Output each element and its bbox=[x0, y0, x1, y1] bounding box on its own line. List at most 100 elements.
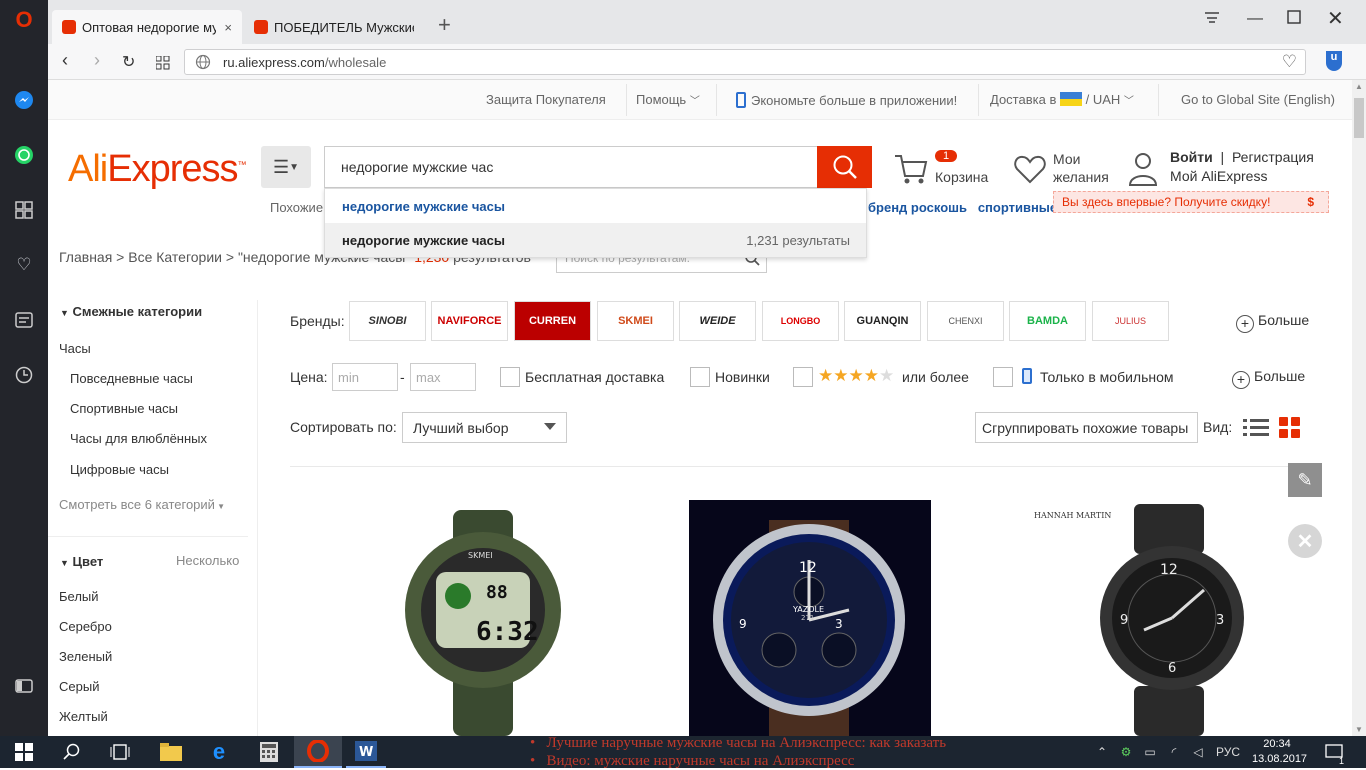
brand-logo[interactable]: GUANQIN bbox=[844, 301, 921, 341]
brand-logo[interactable]: JULIUS bbox=[1092, 301, 1169, 341]
color-item[interactable]: Серебро bbox=[59, 619, 112, 634]
forward-icon[interactable]: › bbox=[94, 50, 100, 71]
maximize-icon[interactable] bbox=[1287, 10, 1301, 29]
windows-start-icon[interactable] bbox=[12, 740, 36, 764]
color-heading[interactable]: ▼ Цвет bbox=[48, 554, 103, 569]
network-icon[interactable]: ▭ bbox=[1142, 740, 1158, 764]
see-all-categories-link[interactable]: Смотреть все 6 категорий ▼ bbox=[59, 497, 225, 512]
tray-chevron-up-icon[interactable]: ⌃ bbox=[1094, 740, 1110, 764]
close-window-icon[interactable]: ✕ bbox=[1327, 6, 1344, 31]
search-button[interactable] bbox=[817, 146, 872, 188]
reload-icon[interactable]: ↻ bbox=[122, 52, 135, 72]
close-tab-icon[interactable]: × bbox=[224, 20, 232, 35]
brand-logo[interactable]: LONGBO bbox=[762, 301, 839, 341]
scroll-up-icon[interactable]: ▲ bbox=[1355, 82, 1363, 91]
aliexpress-logo[interactable]: AliExpress™ bbox=[68, 148, 247, 191]
categories-menu-button[interactable]: ☰ ▼ bbox=[261, 146, 311, 188]
cart-button[interactable]: 1 Корзина bbox=[893, 150, 1003, 190]
suggestion-item[interactable]: недорогие мужские часы 1,231 результаты bbox=[325, 223, 866, 257]
sort-select[interactable]: Лучший выбор bbox=[402, 412, 567, 443]
notifications-icon[interactable]: 1 bbox=[1322, 740, 1346, 766]
buyer-protection-link[interactable]: Защита Покупателя bbox=[486, 92, 606, 107]
ublock-shield-icon[interactable]: u bbox=[1326, 51, 1342, 71]
brand-logo[interactable]: CURREN bbox=[514, 301, 591, 341]
brand-logo[interactable]: BAMDA bbox=[1009, 301, 1086, 341]
brands-more-button[interactable]: + Больше bbox=[1236, 312, 1309, 333]
history-clock-icon[interactable] bbox=[12, 363, 36, 387]
color-multi-link[interactable]: Несколько bbox=[176, 553, 239, 568]
related-categories-heading[interactable]: ▼ Смежные категории bbox=[48, 304, 202, 319]
sidebar-item[interactable]: Спортивные часы bbox=[70, 401, 178, 416]
color-item[interactable]: Зеленый bbox=[59, 649, 112, 664]
color-item[interactable]: Желтый bbox=[59, 709, 108, 724]
heart-icon[interactable]: ♡ bbox=[12, 253, 36, 277]
tray-app-icon[interactable]: ⚙ bbox=[1118, 740, 1134, 764]
filters-more-button[interactable]: + Больше bbox=[1232, 368, 1305, 389]
global-site-link[interactable]: Go to Global Site (English) bbox=[1181, 92, 1335, 107]
breadcrumb-all[interactable]: Все Категории bbox=[128, 249, 222, 265]
help-menu[interactable]: Помощь ﹀ bbox=[636, 92, 700, 107]
suggestion-item[interactable]: недорогие мужские часы bbox=[325, 189, 866, 223]
app-promo-link[interactable]: Экономьте больше в приложении! bbox=[736, 92, 957, 108]
new-items-checkbox[interactable] bbox=[690, 367, 710, 387]
register-link[interactable]: Регистрация bbox=[1232, 149, 1314, 165]
task-view-icon[interactable] bbox=[108, 740, 132, 764]
sidebar-item[interactable]: Цифровые часы bbox=[70, 462, 169, 477]
grid-view-icon[interactable] bbox=[1279, 417, 1301, 442]
wishlist-button[interactable]: Мои желания bbox=[1013, 150, 1109, 186]
product-card[interactable]: HANNAH MARTIN 12 3 9 6 bbox=[1034, 500, 1276, 736]
color-item[interactable]: Серый bbox=[59, 679, 99, 694]
minimize-icon[interactable]: — bbox=[1247, 10, 1263, 28]
speed-dial-icon[interactable] bbox=[12, 198, 36, 222]
brand-logo[interactable]: SINOBI bbox=[349, 301, 426, 341]
product-card[interactable]: 12 3 9 YAZOLE 271 bbox=[689, 500, 931, 736]
file-explorer-icon[interactable] bbox=[158, 740, 184, 764]
url-field[interactable]: ru.aliexpress.com/wholesale ♡ bbox=[184, 49, 1306, 75]
related-link[interactable]: бренд роскошь bbox=[868, 200, 967, 215]
free-shipping-checkbox[interactable] bbox=[500, 367, 520, 387]
calculator-icon[interactable] bbox=[256, 740, 282, 764]
tab-aliexpress[interactable]: Оптовая недорогие мужс × bbox=[52, 10, 242, 44]
first-visit-promo[interactable]: Вы здесь впервые? Получите скидку! $ bbox=[1053, 191, 1329, 213]
tab-menu-icon[interactable] bbox=[1204, 10, 1220, 29]
volume-icon[interactable]: ◁ bbox=[1190, 740, 1206, 764]
search-input[interactable]: недорогие мужские час bbox=[324, 146, 818, 188]
login-link[interactable]: Войти bbox=[1170, 149, 1213, 165]
tabs-grid-icon[interactable] bbox=[155, 54, 170, 75]
rating-checkbox[interactable] bbox=[793, 367, 813, 387]
account-menu[interactable]: Войти | Регистрация Мой AliExpress bbox=[1128, 148, 1314, 186]
price-max-input[interactable]: max bbox=[410, 363, 476, 391]
language-indicator[interactable]: РУС bbox=[1214, 740, 1242, 764]
sidebar-item[interactable]: Часы для влюблённых bbox=[70, 431, 207, 446]
scroll-down-icon[interactable]: ▼ bbox=[1355, 725, 1363, 734]
brand-logo[interactable]: WEIDE bbox=[679, 301, 756, 341]
list-view-icon[interactable] bbox=[1243, 417, 1269, 442]
tab-pobeditel[interactable]: ПОБЕДИТЕЛЬ Мужские р bbox=[244, 10, 434, 44]
page-scrollbar[interactable]: ▲ ▼ bbox=[1352, 80, 1366, 736]
my-aliexpress-link[interactable]: Мой AliExpress bbox=[1170, 167, 1314, 186]
clock[interactable]: 20:34 13.08.2017 bbox=[1252, 737, 1307, 767]
brand-logo[interactable]: CHENXI bbox=[927, 301, 1004, 341]
breadcrumb-home[interactable]: Главная bbox=[59, 249, 112, 265]
group-similar-button[interactable]: Сгруппировать похожие товары bbox=[975, 412, 1198, 443]
edit-pencil-icon[interactable]: ✎ bbox=[1288, 463, 1322, 497]
ship-to-menu[interactable]: Доставка в / UAH ﹀ bbox=[990, 92, 1134, 107]
edge-browser-icon[interactable]: e bbox=[206, 739, 232, 764]
sidebar-toggle-icon[interactable] bbox=[12, 674, 36, 698]
opera-taskbar-icon[interactable] bbox=[294, 736, 342, 768]
whatsapp-icon[interactable] bbox=[12, 143, 36, 167]
bookmark-heart-icon[interactable]: ♡ bbox=[1282, 52, 1297, 72]
sidebar-item[interactable]: Повседневные часы bbox=[70, 371, 193, 386]
scrollbar-thumb[interactable] bbox=[1354, 98, 1364, 138]
price-min-input[interactable]: min bbox=[332, 363, 398, 391]
product-card[interactable]: 88 6:32 SKMEI bbox=[358, 500, 600, 736]
close-circle-icon[interactable]: ✕ bbox=[1288, 524, 1322, 558]
mobile-only-checkbox[interactable] bbox=[993, 367, 1013, 387]
messenger-icon[interactable] bbox=[12, 88, 36, 112]
news-icon[interactable] bbox=[12, 308, 36, 332]
sidebar-item-root[interactable]: Часы bbox=[59, 341, 91, 356]
new-tab-button[interactable]: + bbox=[438, 12, 451, 38]
wifi-icon[interactable]: ◜ bbox=[1166, 740, 1182, 764]
brand-logo[interactable]: NAVIFORCE bbox=[431, 301, 508, 341]
color-item[interactable]: Белый bbox=[59, 589, 99, 604]
